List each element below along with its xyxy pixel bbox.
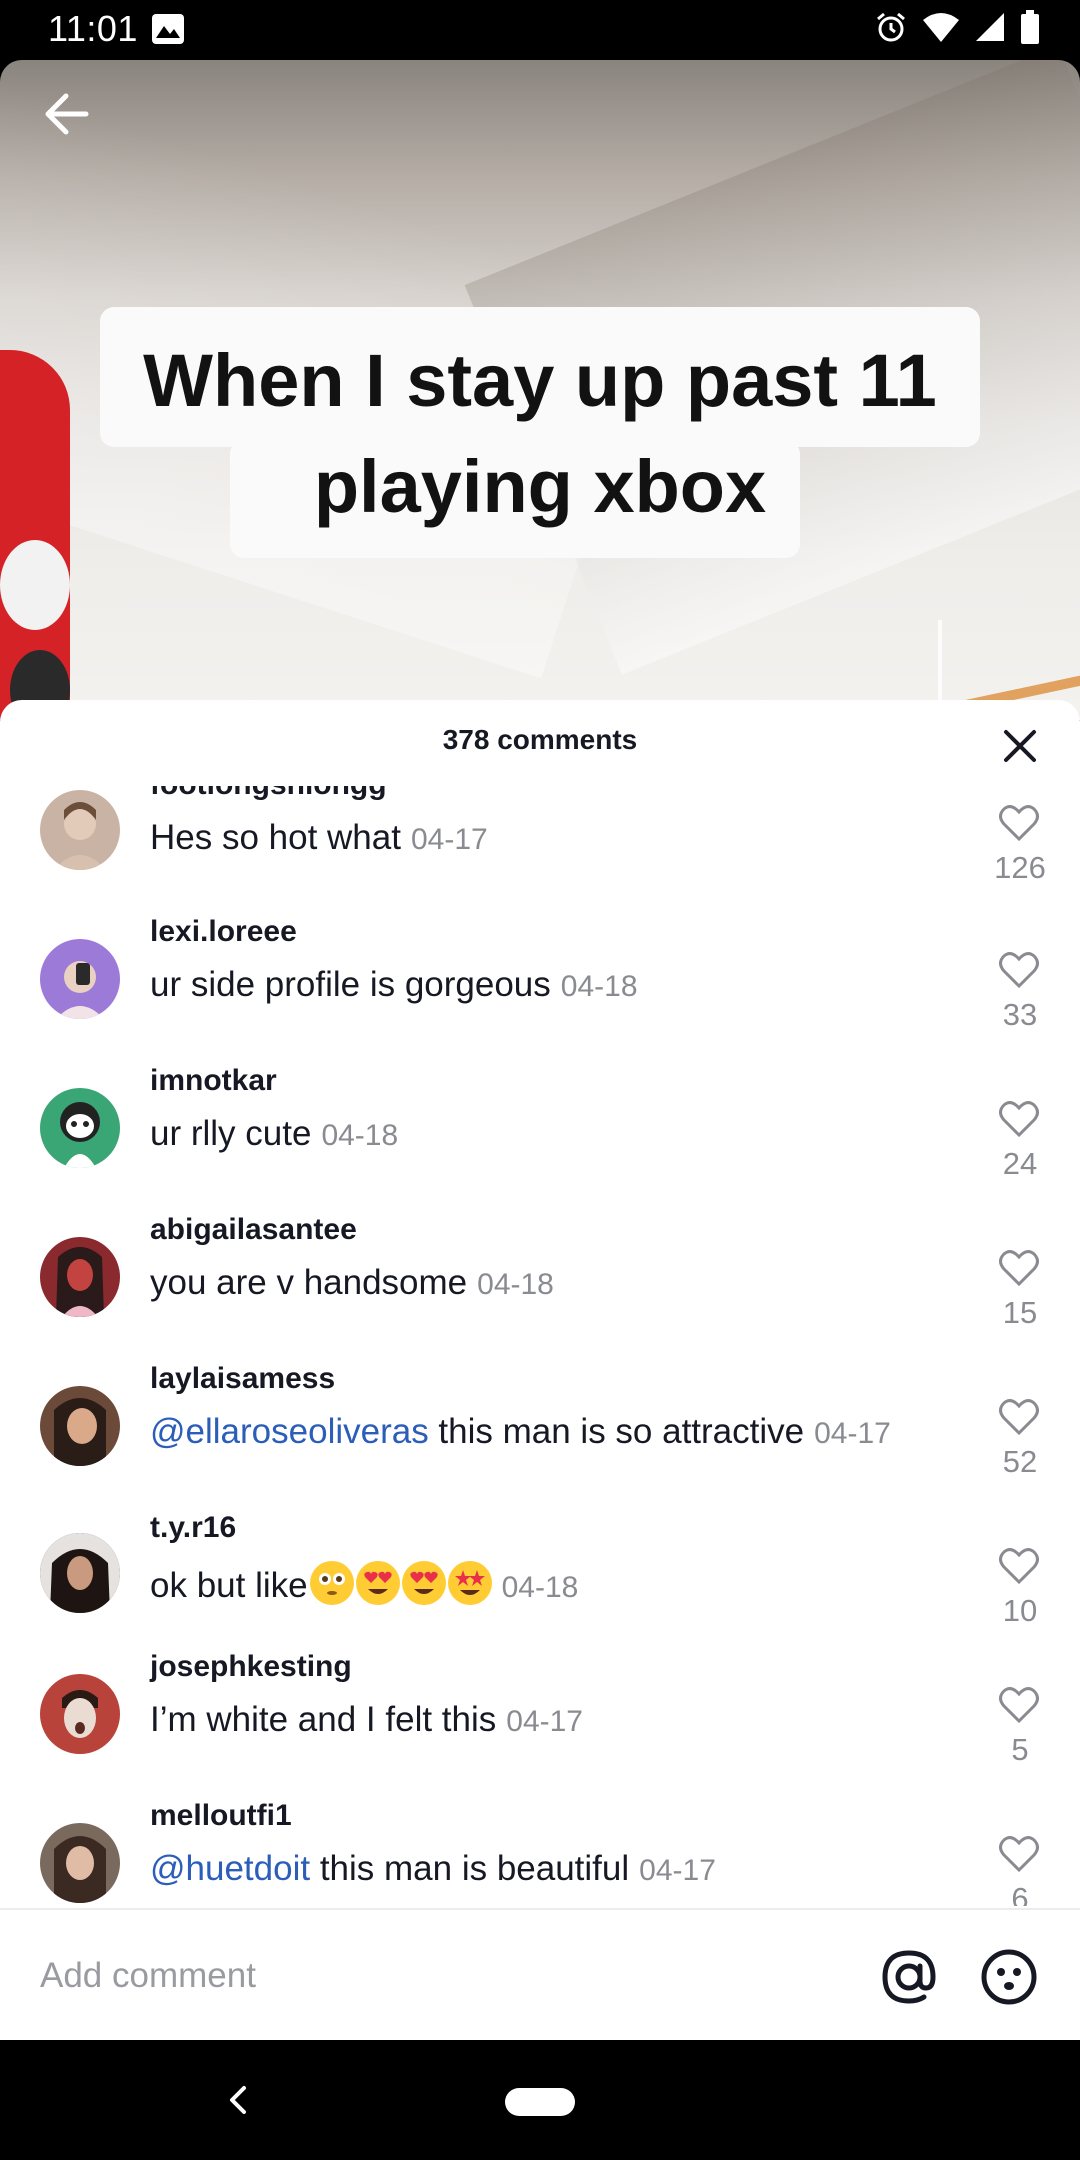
gallery-notification-icon (152, 14, 184, 44)
comment-text: ur side profile is gorgeous 04-18 (150, 965, 638, 1005)
back-arrow-icon[interactable] (36, 86, 100, 142)
comment-item[interactable]: imnotkar ur rlly cute 04-18 24 (0, 1064, 1080, 1213)
heart-eyes-emoji-icon (401, 1561, 446, 1605)
comment-mention-link[interactable]: @huetdoit (150, 1849, 310, 1888)
system-navigation-bar (0, 2040, 1080, 2160)
comment-text: you are v handsome 04-18 (150, 1263, 554, 1303)
comment-item[interactable]: melloutfi1 @huetdoit this man is beautif… (0, 1799, 1080, 1906)
comment-text: Hes so hot what 04-17 (150, 818, 488, 858)
like-count: 6 (1011, 1881, 1029, 1906)
comment-count: 378 comments (442, 724, 638, 755)
comment-message: ok but like (150, 1566, 308, 1605)
avatar[interactable] (40, 1823, 120, 1903)
battery-icon (1021, 10, 1039, 44)
like-count: 24 (1002, 1146, 1038, 1181)
cell-signal-icon (976, 13, 1004, 41)
comment-date: 04-17 (506, 1705, 583, 1738)
star-struck-emoji-icon (447, 1561, 492, 1605)
comment-list[interactable]: footlongshlongg Hes so hot what 04-17 126… (0, 786, 1080, 1906)
comment-date: 04-17 (814, 1417, 891, 1450)
comment-text: @huetdoit this man is beautiful 04-17 (150, 1849, 716, 1889)
avatar[interactable] (40, 1674, 120, 1754)
close-icon[interactable] (1000, 726, 1040, 766)
comment-username[interactable]: lexi.loreee (150, 915, 297, 949)
comment-text: @ellaroseoliveras this man is so attract… (150, 1412, 891, 1452)
status-time: 11:01 (48, 8, 138, 49)
comment-date: 04-17 (639, 1854, 716, 1887)
comment-mention-link[interactable]: @ellaroseoliveras (150, 1412, 429, 1451)
video-red-object (0, 350, 70, 720)
flushed-face-emoji-icon (309, 1561, 354, 1605)
comment-date: 04-17 (410, 823, 488, 856)
comment-message: this man is beautiful (310, 1849, 630, 1888)
comment-message: this man is so attractive (428, 1412, 805, 1451)
comment-date: 04-18 (501, 1571, 579, 1604)
status-icons (874, 10, 1040, 44)
alarm-icon (877, 12, 905, 42)
like-count: 10 (1002, 1593, 1038, 1628)
comment-item[interactable]: t.y.r16 ok but like 04-18 10 (0, 1511, 1080, 1660)
avatar[interactable] (40, 1237, 120, 1317)
comment-date: 04-18 (321, 1119, 399, 1152)
heart-icon[interactable] (998, 1100, 1040, 1138)
like-count: 126 (994, 850, 1046, 885)
avatar[interactable] (40, 1088, 120, 1168)
heart-icon[interactable] (998, 1547, 1040, 1585)
heart-icon[interactable] (998, 1835, 1040, 1873)
comment-item[interactable]: laylaisamess @ellaroseoliveras this man … (0, 1362, 1080, 1511)
avatar[interactable] (40, 939, 120, 1019)
like-count: 33 (1002, 997, 1038, 1032)
heart-icon[interactable] (998, 951, 1040, 989)
heart-eyes-emoji-icon (355, 1561, 400, 1605)
heart-icon[interactable] (998, 1686, 1040, 1724)
comments-header: 378 comments (0, 700, 1080, 786)
like-count: 52 (1002, 1444, 1038, 1479)
caption-line-2: playing xbox (313, 445, 767, 528)
comment-username[interactable]: abigailasantee (150, 1213, 357, 1247)
heart-icon[interactable] (998, 1249, 1040, 1287)
caption-line-1: When I stay up past 11 (143, 339, 937, 422)
heart-icon[interactable] (998, 1398, 1040, 1436)
avatar[interactable] (40, 790, 120, 870)
comment-item[interactable]: lexi.loreee ur side profile is gorgeous 0… (0, 915, 1080, 1064)
wifi-icon (923, 13, 959, 42)
comment-username[interactable]: laylaisamess (150, 1362, 335, 1396)
like-count: 5 (1011, 1732, 1029, 1767)
comment-date: 04-18 (560, 970, 638, 1003)
comment-date: 04-18 (477, 1268, 554, 1301)
comment-message: ur rlly cute (150, 1114, 312, 1153)
nav-back-icon[interactable] (222, 2080, 252, 2120)
comment-username[interactable]: imnotkar (150, 1064, 277, 1098)
comment-input-bar (0, 1908, 1080, 2040)
comment-message: I’m white and I felt this (150, 1700, 497, 1739)
add-comment-input[interactable] (40, 1946, 860, 2006)
comment-message: you are v handsome (150, 1263, 468, 1302)
comment-username[interactable]: josephkesting (150, 1650, 352, 1684)
comments-sheet: 378 comments footlongshlongg Hes so hot … (0, 700, 1080, 2040)
comment-item[interactable]: josephkesting I’m white and I felt this 0… (0, 1650, 1080, 1799)
comment-item[interactable]: footlongshlongg Hes so hot what 04-17 126 (0, 786, 1080, 915)
video-caption: When I stay up past 11 playing xbox (100, 328, 980, 540)
comment-text: I’m white and I felt this 04-17 (150, 1700, 583, 1740)
comment-username[interactable]: melloutfi1 (150, 1799, 292, 1833)
emoji-icon[interactable] (980, 1948, 1038, 2006)
comment-item[interactable]: abigailasantee you are v handsome 04-18 1… (0, 1213, 1080, 1362)
avatar[interactable] (40, 1533, 120, 1613)
nav-home-pill[interactable] (505, 2088, 575, 2116)
at-mention-icon[interactable] (880, 1948, 938, 2006)
comment-text: ok but like 04-18 (150, 1561, 578, 1606)
comment-username[interactable]: footlongshlongg (150, 786, 387, 802)
like-count: 15 (1002, 1295, 1038, 1330)
comment-message: Hes so hot what (150, 818, 401, 857)
comment-message: ur side profile is gorgeous (150, 965, 551, 1004)
comment-text: ur rlly cute 04-18 (150, 1114, 398, 1154)
status-bar: 11:01 (0, 0, 1080, 60)
avatar[interactable] (40, 1386, 120, 1466)
comment-username[interactable]: t.y.r16 (150, 1511, 236, 1545)
heart-icon[interactable] (998, 804, 1040, 842)
